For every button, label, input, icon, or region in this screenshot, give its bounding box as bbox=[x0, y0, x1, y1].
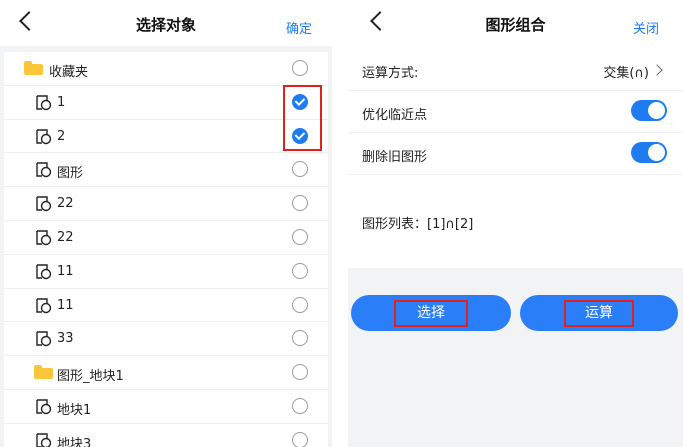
chevron-right-icon bbox=[651, 64, 663, 76]
shape-icon bbox=[36, 264, 52, 279]
highlight-box-checked bbox=[283, 85, 322, 151]
shape-icon bbox=[36, 297, 52, 313]
shape-icon bbox=[36, 331, 52, 347]
optimize-row: 优化临近点 bbox=[348, 90, 683, 133]
radio-icon[interactable] bbox=[292, 296, 308, 313]
item-label: 11 bbox=[57, 297, 74, 313]
radio-icon[interactable] bbox=[292, 161, 308, 178]
radio-icon[interactable] bbox=[292, 60, 308, 76]
shape-row[interactable]: 地块3 bbox=[4, 424, 328, 447]
optimize-label: 优化临近点 bbox=[362, 108, 428, 123]
item-label: 22 bbox=[57, 229, 74, 245]
item-label: 地块1 bbox=[57, 402, 92, 418]
operation-row[interactable]: 运算方式: 交集(∩) bbox=[348, 48, 683, 91]
toggle-knob bbox=[648, 102, 665, 119]
optimize-toggle[interactable] bbox=[631, 100, 667, 121]
item-label: 11 bbox=[57, 263, 74, 279]
shape-row[interactable]: 22 bbox=[4, 221, 328, 255]
radio-icon[interactable] bbox=[292, 431, 308, 447]
operation-value: 交集(∩) bbox=[603, 66, 649, 81]
radio-icon[interactable] bbox=[292, 262, 308, 279]
item-label: 2 bbox=[57, 128, 66, 144]
radio-icon[interactable] bbox=[292, 195, 308, 212]
object-list: 收藏夹 1 2 图形 22 22 11 11 33 图形_地块1 地块1 地块3 bbox=[4, 52, 328, 447]
shape-icon bbox=[36, 230, 52, 246]
right-header: 图形组合 关闭 bbox=[348, 0, 683, 46]
page-title: 选择对象 bbox=[135, 16, 196, 34]
shape-icon bbox=[36, 433, 52, 447]
shape-icon bbox=[36, 95, 52, 110]
shape-row[interactable]: 11 bbox=[4, 255, 328, 289]
select-objects-panel: 选择对象 确定 收藏夹 1 2 图形 22 22 11 11 33 图形_地块1 地块1 地块3 bbox=[0, 0, 332, 447]
item-label: 1 bbox=[57, 94, 66, 110]
folder-row[interactable]: 收藏夹 bbox=[4, 52, 328, 86]
item-label: 22 bbox=[57, 196, 74, 212]
radio-icon[interactable] bbox=[292, 330, 308, 347]
close-button[interactable]: 关闭 bbox=[633, 18, 659, 37]
shape-icon bbox=[36, 128, 52, 144]
item-label: 图形_地块1 bbox=[57, 369, 124, 385]
shape-row[interactable]: 33 bbox=[4, 322, 328, 357]
item-label: 图形 bbox=[57, 166, 84, 182]
folder-icon bbox=[34, 365, 53, 380]
delete-old-row: 删除旧图形 bbox=[348, 132, 683, 175]
confirm-button[interactable]: 确定 bbox=[286, 18, 312, 37]
item-label: 收藏夹 bbox=[49, 65, 89, 80]
shape-row[interactable]: 地块1 bbox=[4, 390, 328, 424]
shape-list-text: 图形列表：[1]∩[2] bbox=[362, 217, 474, 232]
shape-row[interactable]: 22 bbox=[4, 187, 328, 221]
radio-icon[interactable] bbox=[292, 228, 308, 245]
item-label: 33 bbox=[57, 331, 74, 347]
folder-row[interactable]: 图形_地块1 bbox=[4, 356, 328, 390]
operation-label: 运算方式: bbox=[362, 66, 419, 81]
shape-row[interactable]: 图形 bbox=[4, 153, 328, 188]
shape-icon bbox=[36, 399, 52, 415]
folder-icon bbox=[24, 61, 43, 75]
shape-row[interactable]: 11 bbox=[4, 289, 328, 323]
radio-icon[interactable] bbox=[292, 397, 308, 414]
shape-combine-panel: 图形组合 关闭 运算方式: 交集(∩) 优化临近点 删除旧图形 图形列表：[1]… bbox=[348, 0, 683, 447]
delete-old-toggle[interactable] bbox=[631, 142, 667, 163]
settings-card: 运算方式: 交集(∩) 优化临近点 删除旧图形 图形列表：[1]∩[2] bbox=[348, 46, 683, 268]
radio-icon[interactable] bbox=[292, 364, 308, 381]
shape-row[interactable]: 1 bbox=[4, 86, 328, 120]
toggle-knob bbox=[648, 144, 665, 161]
shape-icon bbox=[36, 162, 52, 178]
shape-row[interactable]: 2 bbox=[4, 120, 328, 154]
delete-old-label: 删除旧图形 bbox=[362, 150, 428, 165]
shape-icon bbox=[36, 196, 52, 212]
highlight-box-select bbox=[394, 300, 468, 327]
item-label: 地块3 bbox=[57, 436, 92, 447]
left-header: 选择对象 确定 bbox=[0, 0, 332, 46]
highlight-box-compute bbox=[564, 300, 634, 327]
